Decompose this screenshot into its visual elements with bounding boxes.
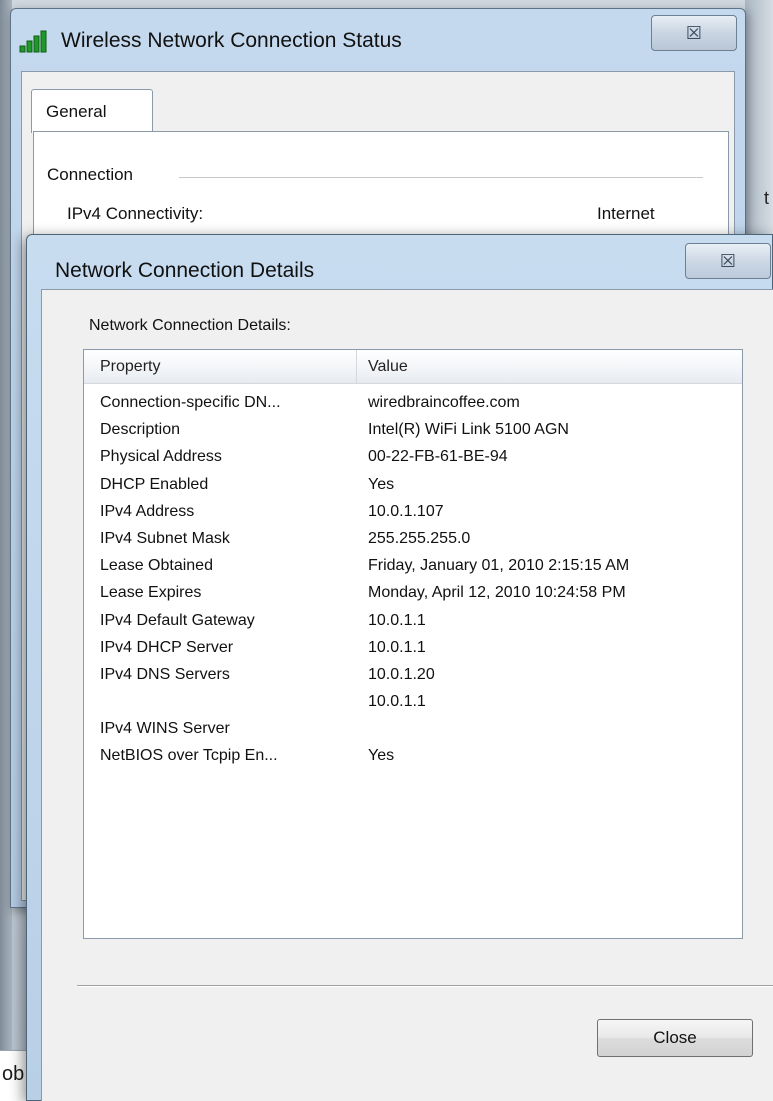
property-cell: IPv4 Default Gateway bbox=[100, 611, 255, 629]
property-cell: Lease Obtained bbox=[100, 557, 213, 575]
column-header-property[interactable]: Property bbox=[100, 358, 160, 376]
background-window-text: t bbox=[764, 188, 770, 208]
close-icon: ☒ bbox=[719, 250, 737, 271]
table-row[interactable]: IPv4 Subnet Mask 255.255.255.0 bbox=[84, 530, 742, 557]
value-cell: 255.255.255.0 bbox=[368, 529, 471, 547]
status-window-title: Wireless Network Connection Status bbox=[61, 29, 402, 52]
details-caption: Network Connection Details: bbox=[89, 317, 291, 334]
value-cell: 10.0.1.1 bbox=[368, 611, 426, 629]
property-cell: IPv4 Address bbox=[100, 502, 195, 520]
connection-group-divider bbox=[179, 177, 703, 178]
property-cell: Connection-specific DN... bbox=[100, 394, 281, 411]
close-icon: ☒ bbox=[685, 22, 703, 43]
table-row[interactable]: IPv4 DNS Servers 10.0.1.20 bbox=[84, 666, 742, 693]
table-row[interactable]: 10.0.1.1 bbox=[84, 693, 742, 720]
property-cell: IPv4 WINS Server bbox=[100, 720, 230, 738]
value-cell: 10.0.1.107 bbox=[368, 502, 444, 520]
value-cell: Monday, April 12, 2010 10:24:58 PM bbox=[368, 584, 626, 602]
connection-group-label: Connection bbox=[47, 165, 142, 185]
details-window-close-button[interactable]: ☒ bbox=[685, 243, 771, 279]
wireless-signal-icon bbox=[19, 30, 47, 53]
column-separator[interactable] bbox=[356, 350, 357, 384]
ipv4-connectivity-value: Internet bbox=[597, 204, 655, 223]
property-cell: Lease Expires bbox=[100, 584, 202, 602]
property-cell: IPv4 DHCP Server bbox=[100, 638, 234, 656]
table-row[interactable]: Connection-specific DN... wiredbraincoffe… bbox=[84, 394, 742, 421]
details-list-view[interactable]: Property Value Connection-specific DN...… bbox=[83, 349, 743, 939]
value-cell: Yes bbox=[368, 747, 395, 765]
value-cell: 10.0.1.1 bbox=[368, 638, 426, 656]
list-header: Property Value bbox=[84, 350, 742, 384]
property-cell: Description bbox=[100, 421, 181, 439]
table-row[interactable]: IPv4 Address 10.0.1.107 bbox=[84, 503, 742, 530]
value-cell: wiredbraincoffee.com bbox=[368, 394, 520, 411]
property-cell: IPv4 DNS Servers bbox=[100, 665, 230, 683]
background-window-fragment-text: ob bbox=[2, 1063, 25, 1085]
close-button[interactable]: Close bbox=[597, 1019, 753, 1057]
property-cell: Physical Address bbox=[100, 448, 222, 466]
table-row[interactable]: NetBIOS over Tcpip En... Yes bbox=[84, 747, 742, 774]
value-cell: 10.0.1.20 bbox=[368, 665, 435, 683]
button-area-divider bbox=[77, 985, 773, 987]
table-row[interactable]: Lease Obtained Friday, January 01, 2010 2… bbox=[84, 557, 742, 584]
table-row[interactable]: IPv4 DHCP Server 10.0.1.1 bbox=[84, 639, 742, 666]
table-row[interactable]: Lease Expires Monday, April 12, 2010 10:2… bbox=[84, 584, 742, 611]
property-cell: DHCP Enabled bbox=[100, 475, 209, 493]
network-connection-details-window: Network Connection Details ☒ Network Con… bbox=[26, 234, 773, 1101]
column-header-value[interactable]: Value bbox=[368, 358, 408, 376]
table-row[interactable]: IPv4 WINS Server bbox=[84, 720, 742, 747]
table-row[interactable]: Physical Address 00-22-FB-61-BE-94 bbox=[84, 448, 742, 475]
details-window-title: Network Connection Details bbox=[55, 259, 315, 282]
table-row[interactable]: IPv4 Default Gateway 10.0.1.1 bbox=[84, 612, 742, 639]
status-window-close-button[interactable]: ☒ bbox=[651, 15, 737, 51]
value-cell: Intel(R) WiFi Link 5100 AGN bbox=[368, 421, 569, 439]
status-window-titlebar[interactable]: Wireless Network Connection Status ☒ bbox=[11, 9, 745, 71]
value-cell: Friday, January 01, 2010 2:15:15 AM bbox=[368, 557, 630, 575]
list-rows: Connection-specific DN... wiredbraincoffe… bbox=[84, 394, 742, 775]
value-cell: 10.0.1.1 bbox=[368, 693, 426, 711]
ipv4-connectivity-label: IPv4 Connectivity: bbox=[67, 204, 204, 223]
property-cell: IPv4 Subnet Mask bbox=[100, 529, 230, 547]
property-cell: NetBIOS over Tcpip En... bbox=[100, 747, 278, 765]
table-row[interactable]: Description Intel(R) WiFi Link 5100 AGN bbox=[84, 421, 742, 448]
value-cell: Yes bbox=[368, 475, 395, 493]
tab-general[interactable]: General bbox=[31, 89, 153, 133]
value-cell: 00-22-FB-61-BE-94 bbox=[368, 448, 508, 466]
table-row[interactable]: DHCP Enabled Yes bbox=[84, 476, 742, 503]
